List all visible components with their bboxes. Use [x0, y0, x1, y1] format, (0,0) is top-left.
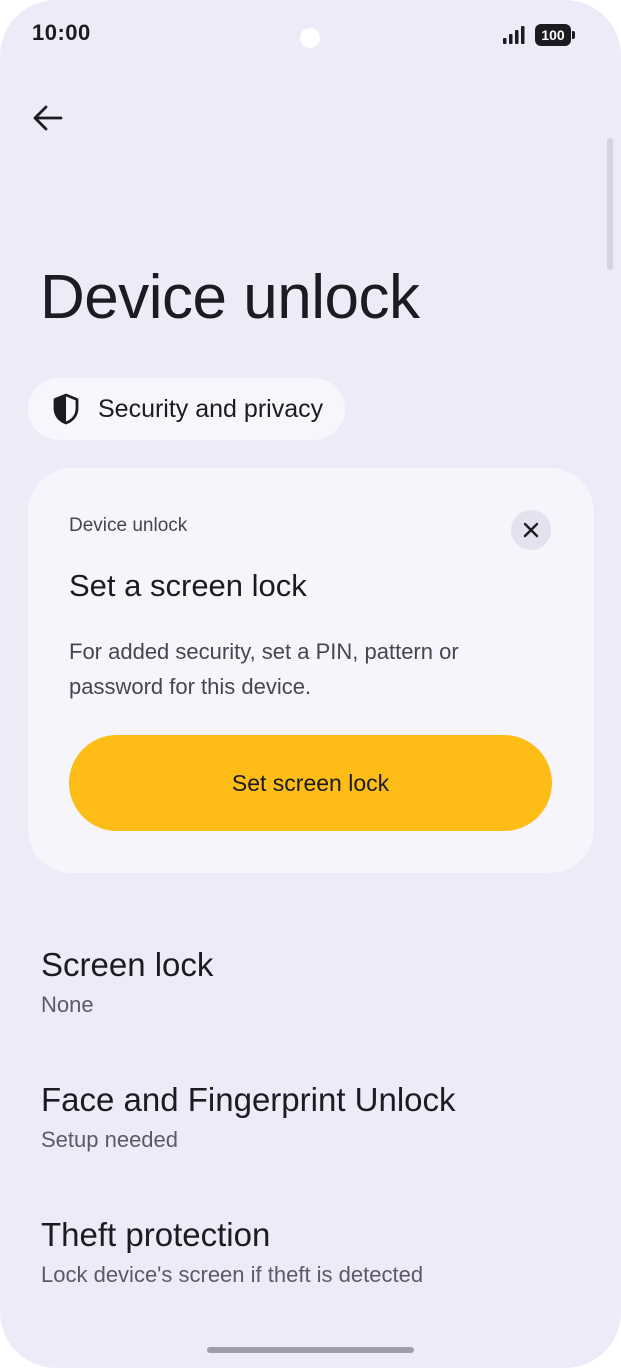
- phone-screen: 10:00 100 Device unlock Security and pri…: [0, 0, 621, 1368]
- setting-face-and-fingerprint-unlock[interactable]: Face and Fingerprint Unlock Setup needed: [0, 1081, 600, 1191]
- breadcrumb-label: Security and privacy: [98, 394, 324, 423]
- card-title: Set a screen lock: [69, 568, 307, 603]
- shield-icon: [50, 393, 82, 425]
- card-body: For added security, set a PIN, pattern o…: [69, 639, 459, 699]
- setting-screen-lock[interactable]: Screen lock None: [0, 946, 600, 1056]
- setting-theft-protection[interactable]: Theft protection Lock device's screen if…: [0, 1216, 600, 1326]
- scrollbar[interactable]: [607, 138, 613, 270]
- setting-summary: Setup needed: [41, 1127, 179, 1152]
- gesture-nav-handle[interactable]: [207, 1347, 414, 1353]
- setting-title: Theft protection: [41, 1216, 271, 1253]
- card-eyebrow: Device unlock: [69, 515, 188, 536]
- battery-icon: 100: [535, 24, 575, 46]
- setting-summary: Lock device's screen if theft is detecte…: [41, 1262, 424, 1287]
- screen-lock-suggestion-card: Device unlock Set a screen lock For adde…: [28, 468, 594, 873]
- signal-icon: [503, 26, 525, 44]
- setting-title: Screen lock: [41, 946, 214, 983]
- close-icon: [523, 522, 539, 538]
- battery-tip: [572, 31, 575, 39]
- set-screen-lock-button[interactable]: Set screen lock: [69, 735, 552, 831]
- breadcrumb-security-and-privacy[interactable]: Security and privacy: [28, 378, 346, 440]
- setting-title: Face and Fingerprint Unlock: [41, 1081, 456, 1118]
- dismiss-card-button[interactable]: [511, 510, 551, 550]
- arrow-left-icon: [33, 105, 63, 131]
- status-time: 10:00: [32, 20, 91, 45]
- battery-level: 100: [535, 24, 571, 46]
- back-button[interactable]: [24, 94, 72, 142]
- page-title: Device unlock: [40, 263, 420, 332]
- camera-cutout: [300, 28, 320, 48]
- setting-summary: None: [41, 992, 94, 1017]
- status-bar: 10:00 100: [0, 0, 621, 72]
